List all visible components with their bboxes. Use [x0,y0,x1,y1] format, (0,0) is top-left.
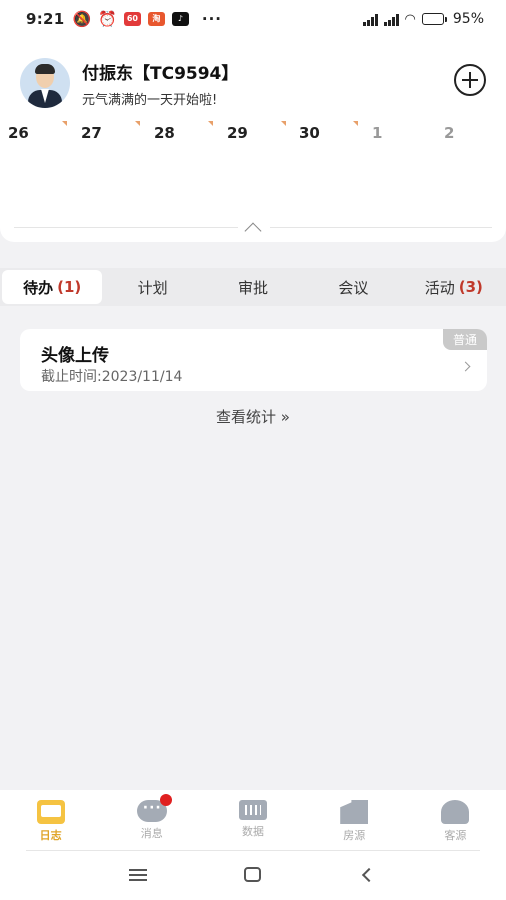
signal-icon-2 [383,13,399,26]
client-icon [441,800,470,824]
calendar-event-marker [353,121,358,126]
tab-count: (1) [57,278,82,296]
house-icon [340,800,369,824]
system-nav-bar [0,850,506,900]
profile-info: 付振东【TC9594】 元气满满的一天开始啦! [82,59,238,108]
bottom-nav: 日志 消息 数据 房源 客源 [0,790,506,850]
mute-alarm-icon: 🔕 [72,10,92,28]
calendar-event-marker [135,121,140,126]
signal-icon [362,13,378,26]
calendar-day[interactable]: 30 [299,124,320,142]
tiktok-icon: ♪ [171,12,189,26]
task-card[interactable]: 头像上传 截止时间:2023/11/14 普通 [20,329,487,391]
more-notifications-icon: ··· [201,10,222,28]
app-notification-icon-2: 淘 [147,12,165,26]
tab-label: 审批 [238,278,269,297]
header-card: 付振东【TC9594】 元气满满的一天开始啦! 26 27 28 29 30 1… [0,38,506,242]
tab-approval[interactable]: 审批 [203,270,303,304]
calendar-day[interactable]: 29 [227,124,248,142]
notification-dot [159,794,172,806]
calendar-event-marker [208,121,213,126]
calendar-event-marker [281,121,286,126]
status-right-icons: ◠ 95% [362,11,484,27]
calendar-week-row: 26 27 28 29 30 1 2 [0,121,506,144]
tab-count: (3) [458,278,483,296]
diary-icon [36,800,65,824]
tab-label: 会议 [338,278,369,297]
calendar-day[interactable]: 1 [372,124,382,142]
calendar-event-marker [62,121,67,126]
status-bar: 9:21 🔕 ⏰ 60 淘 ♪ ··· ◠ 95% [0,0,506,38]
divider [26,850,480,851]
status-left-icons: 🔕 ⏰ 60 淘 ♪ ··· [73,10,222,28]
category-tabs: 待办 (1) 计划 审批 会议 活动 (3) [0,268,506,306]
user-name: 付振东【TC9594】 [82,63,239,84]
tab-label: 待办 [23,278,54,297]
chevron-right-icon [460,361,471,372]
calendar-day[interactable]: 2 [444,124,454,142]
tab-meeting[interactable]: 会议 [303,270,403,304]
status-time: 9:21 [26,10,65,28]
tab-activity[interactable]: 活动 (3) [404,270,504,304]
battery-icon [421,13,447,25]
nav-label: 房源 [343,829,366,842]
avatar[interactable] [20,58,70,108]
app-notification-icon: 60 [123,12,141,26]
view-stats-link[interactable]: 查看统计 » [0,406,506,427]
collapse-calendar-chevron-icon[interactable] [238,219,270,235]
home-icon[interactable] [244,867,261,882]
nav-label: 客源 [444,829,467,842]
wifi-icon: ◠ [404,11,416,27]
data-icon [239,800,267,820]
tab-plan[interactable]: 计划 [102,270,202,304]
tab-todo[interactable]: 待办 (1) [2,270,103,304]
task-title: 头像上传 [41,346,109,366]
nav-label: 消息 [140,827,163,840]
greeting-text: 元气满满的一天开始啦! [82,92,218,108]
alarm-icon: ⏰ [98,10,117,28]
tab-label: 计划 [137,278,168,297]
nav-label: 日志 [39,829,62,842]
nav-item-clients[interactable]: 客源 [405,790,506,850]
add-button[interactable] [454,64,486,96]
tab-label: 活动 [424,278,455,297]
nav-item-listings[interactable]: 房源 [304,790,405,850]
profile-header: 付振东【TC9594】 元气满满的一天开始啦! [20,58,486,108]
nav-item-data[interactable]: 数据 [202,790,303,850]
task-deadline: 截止时间:2023/11/14 [41,369,183,385]
back-icon[interactable] [361,867,377,883]
priority-badge: 普通 [442,329,487,350]
nav-item-diary[interactable]: 日志 [0,790,101,850]
battery-percent: 95% [452,11,484,27]
nav-label: 数据 [242,825,264,838]
calendar-day[interactable]: 28 [154,124,175,142]
nav-item-messages[interactable]: 消息 [101,790,202,850]
calendar-day[interactable]: 27 [81,124,102,142]
menu-icon[interactable] [129,869,147,881]
calendar-day[interactable]: 26 [8,124,29,142]
